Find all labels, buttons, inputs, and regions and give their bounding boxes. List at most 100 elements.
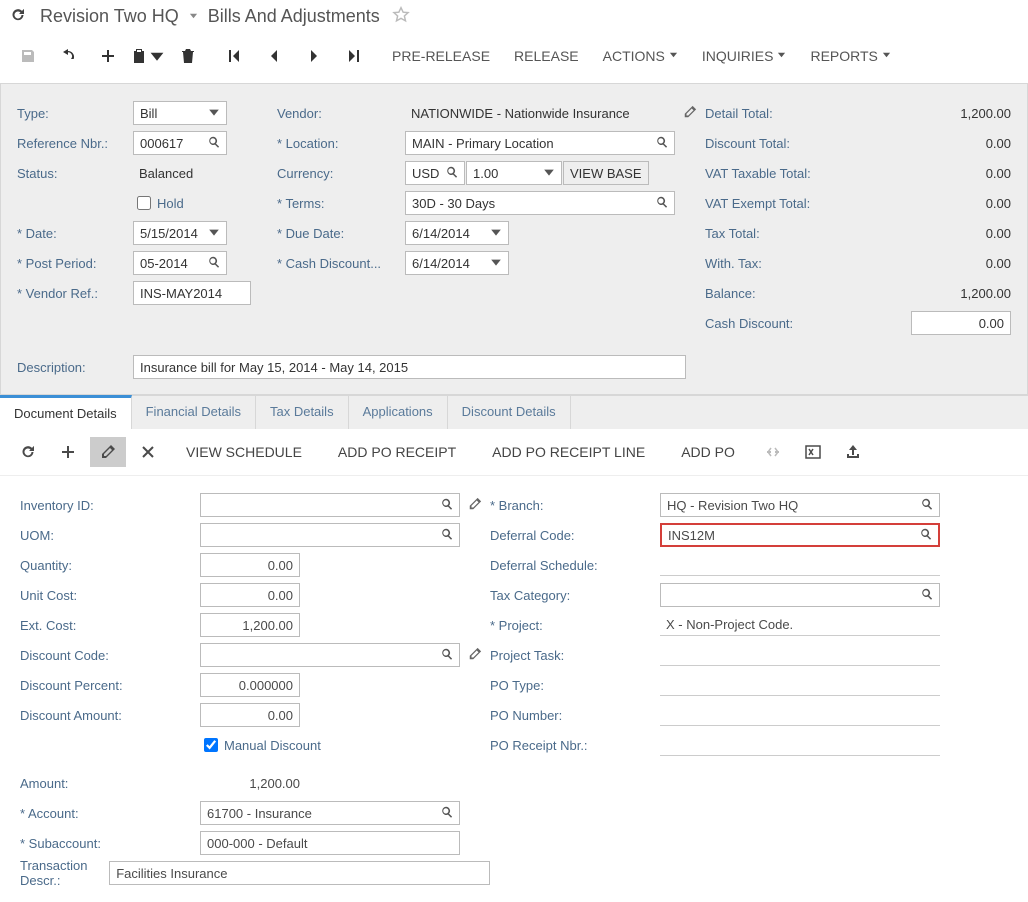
- branch-input[interactable]: HQ - Revision Two HQ: [660, 493, 940, 517]
- prerelease-button[interactable]: PRE-RELEASE: [380, 42, 502, 70]
- projecttask-label: Project Task:: [490, 648, 660, 663]
- tab-tax-details[interactable]: Tax Details: [256, 396, 349, 429]
- currency-label: Currency:: [277, 166, 405, 181]
- breadcrumb-page: Bills And Adjustments: [208, 6, 380, 27]
- vendor-value: NATIONWIDE - Nationwide Insurance: [405, 106, 675, 121]
- discountcode-input[interactable]: [200, 643, 460, 667]
- potype-label: PO Type:: [490, 678, 660, 693]
- ref-input[interactable]: 000617: [133, 131, 227, 155]
- date-input[interactable]: 5/15/2014: [133, 221, 227, 245]
- extcost-label: Ext. Cost:: [20, 618, 200, 633]
- uom-input[interactable]: [200, 523, 460, 547]
- prev-button[interactable]: [254, 41, 294, 71]
- tab-financial-details[interactable]: Financial Details: [132, 396, 256, 429]
- grid-upload-button[interactable]: [835, 437, 871, 467]
- grid-edit-button[interactable]: [90, 437, 126, 467]
- vatex-value: 0.00: [921, 196, 1011, 211]
- vattax-value: 0.00: [921, 166, 1011, 181]
- poreceipt-value: [660, 734, 940, 756]
- cashdisc-date-input[interactable]: 6/14/2014: [405, 251, 509, 275]
- inventory-input[interactable]: [200, 493, 460, 517]
- rate-input[interactable]: 1.00: [466, 161, 562, 185]
- tab-applications[interactable]: Applications: [349, 396, 448, 429]
- breadcrumb-company[interactable]: Revision Two HQ: [40, 6, 179, 27]
- grid-add-button[interactable]: [50, 437, 86, 467]
- discountamt-input[interactable]: 0.00: [200, 703, 300, 727]
- star-icon[interactable]: [386, 6, 410, 27]
- release-button[interactable]: RELEASE: [502, 42, 591, 70]
- terms-input[interactable]: 30D - 30 Days: [405, 191, 675, 215]
- date-label: Date:: [17, 226, 133, 241]
- reports-menu[interactable]: REPORTS: [798, 42, 902, 70]
- potype-value: [660, 674, 940, 696]
- view-schedule-button[interactable]: VIEW SCHEDULE: [170, 438, 318, 466]
- currency-input[interactable]: USD: [405, 161, 465, 185]
- tab-discount-details[interactable]: Discount Details: [448, 396, 571, 429]
- first-button[interactable]: [214, 41, 254, 71]
- discountpct-label: Discount Percent:: [20, 678, 200, 693]
- subaccount-input[interactable]: 000-000 - Default: [200, 831, 460, 855]
- grid-export-button[interactable]: [795, 437, 831, 467]
- pencil-icon[interactable]: [675, 105, 705, 122]
- discountamt-label: Discount Amount:: [20, 708, 200, 723]
- discounttotal-value: 0.00: [921, 136, 1011, 151]
- vatex-label: VAT Exempt Total:: [705, 196, 810, 211]
- hold-checkbox[interactable]: Hold: [133, 193, 184, 213]
- taxcategory-input[interactable]: [660, 583, 940, 607]
- deferralcode-input[interactable]: INS12M: [660, 523, 940, 547]
- withtax-label: With. Tax:: [705, 256, 762, 271]
- description-input[interactable]: Insurance bill for May 15, 2014 - May 14…: [133, 355, 686, 379]
- actions-menu[interactable]: ACTIONS: [591, 42, 690, 70]
- description-label: Description:: [17, 360, 133, 375]
- add-button[interactable]: [88, 41, 128, 71]
- unitcost-input[interactable]: 0.00: [200, 583, 300, 607]
- transdesc-input[interactable]: Facilities Insurance: [109, 861, 490, 885]
- project-label: Project:: [490, 618, 660, 633]
- account-label: Account:: [20, 806, 200, 821]
- post-input[interactable]: 05-2014: [133, 251, 227, 275]
- vattax-label: VAT Taxable Total:: [705, 166, 811, 181]
- pencil-icon[interactable]: [460, 497, 482, 514]
- viewbase-button[interactable]: VIEW BASE: [563, 161, 649, 185]
- inquiries-menu[interactable]: INQUIRIES: [690, 42, 799, 70]
- location-label: Location:: [277, 136, 405, 151]
- taxcategory-label: Tax Category:: [490, 588, 660, 603]
- delete-button[interactable]: [168, 41, 208, 71]
- manualdiscount-checkbox[interactable]: Manual Discount: [200, 735, 321, 755]
- due-input[interactable]: 6/14/2014: [405, 221, 509, 245]
- amount-label: Amount:: [20, 776, 200, 791]
- terms-label: Terms:: [277, 196, 405, 211]
- account-input[interactable]: 61700 - Insurance: [200, 801, 460, 825]
- type-select[interactable]: Bill: [133, 101, 227, 125]
- cashdiscount-label: Cash Discount:: [705, 316, 793, 331]
- tab-document-details[interactable]: Document Details: [0, 395, 132, 429]
- add-po-button[interactable]: ADD PO: [665, 438, 751, 466]
- add-po-receipt-line-button[interactable]: ADD PO RECEIPT LINE: [476, 438, 661, 466]
- transdesc-label: Transaction Descr.:: [20, 858, 109, 888]
- vref-label: Vendor Ref.:: [17, 286, 133, 301]
- quantity-input[interactable]: 0.00: [200, 553, 300, 577]
- chevron-down-icon[interactable]: [185, 11, 202, 23]
- grid-delete-button[interactable]: [130, 437, 166, 467]
- deferralsched-label: Deferral Schedule:: [490, 558, 660, 573]
- location-input[interactable]: MAIN - Primary Location: [405, 131, 675, 155]
- clipboard-button[interactable]: [128, 41, 168, 71]
- extcost-input[interactable]: 1,200.00: [200, 613, 300, 637]
- undo-button[interactable]: [48, 41, 88, 71]
- detailtotal-value: 1,200.00: [921, 106, 1011, 121]
- vref-input[interactable]: INS-MAY2014: [133, 281, 251, 305]
- grid-refresh-button[interactable]: [10, 437, 46, 467]
- add-po-receipt-button[interactable]: ADD PO RECEIPT: [322, 438, 472, 466]
- ponumber-value: [660, 704, 940, 726]
- last-button[interactable]: [334, 41, 374, 71]
- quantity-label: Quantity:: [20, 558, 200, 573]
- ref-label: Reference Nbr.:: [17, 136, 133, 151]
- grid-fit-button[interactable]: [755, 437, 791, 467]
- pencil-icon[interactable]: [460, 647, 482, 664]
- next-button[interactable]: [294, 41, 334, 71]
- projecttask-value: [660, 644, 940, 666]
- discountpct-input[interactable]: 0.000000: [200, 673, 300, 697]
- cashdiscount-input[interactable]: 0.00: [911, 311, 1011, 335]
- refresh-icon[interactable]: [10, 7, 34, 26]
- save-button[interactable]: [8, 41, 48, 71]
